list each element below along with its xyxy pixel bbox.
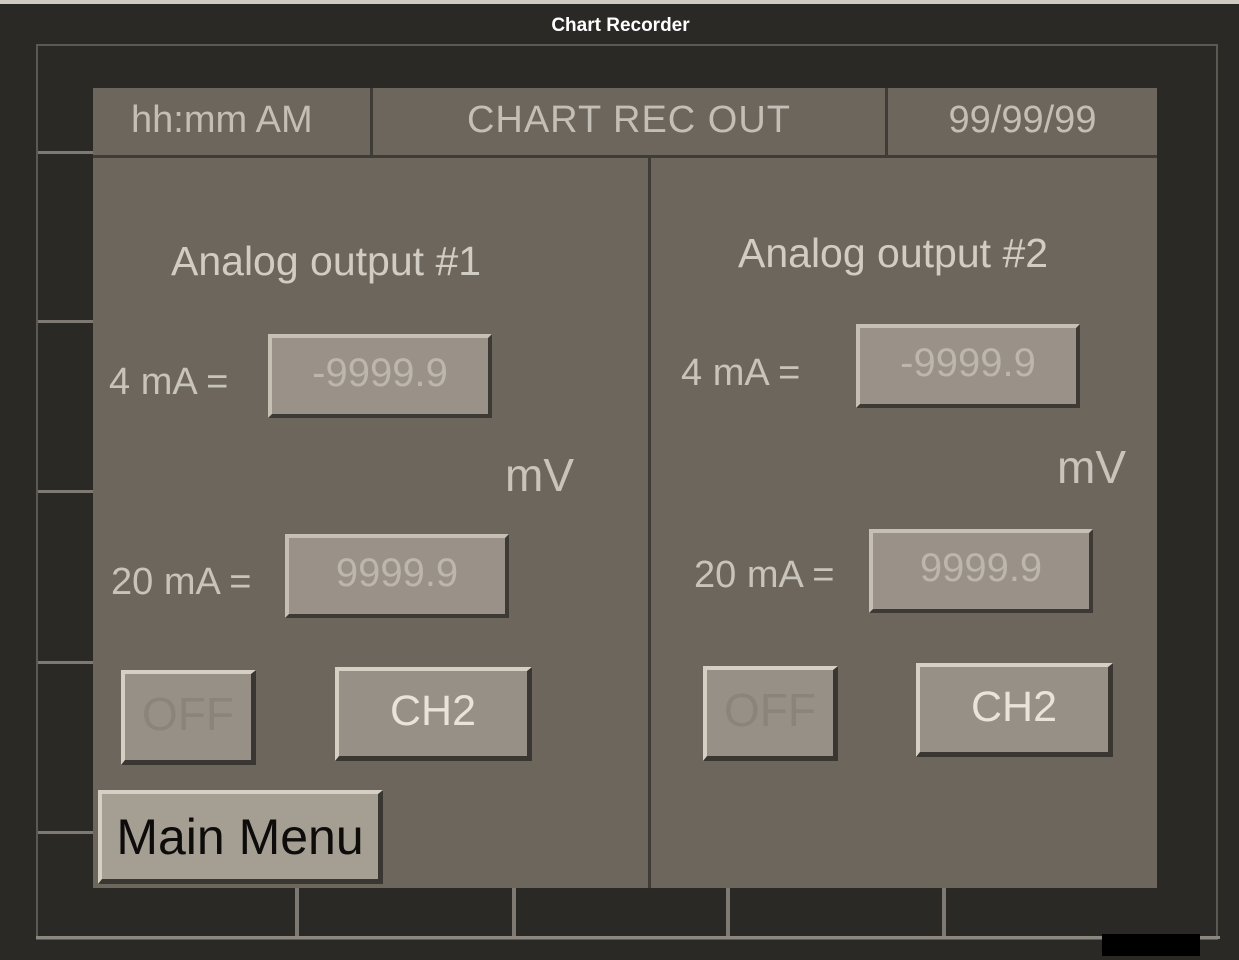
softkey-divider (38, 320, 94, 323)
softkey-divider (38, 831, 94, 834)
status-indicator (1102, 934, 1200, 956)
output-2-4ma-field[interactable]: -9999.9 (856, 324, 1080, 408)
window-title: Chart Recorder (8, 8, 1233, 38)
softkey-divider (726, 888, 730, 936)
output-2-unit-label: mV (1057, 441, 1126, 493)
screen-title: CHART REC OUT (373, 88, 888, 155)
output-2-4ma-label: 4 mA = (681, 352, 801, 394)
chart-rec-panel: hh:mm AM CHART REC OUT 99/99/99 Analog o… (93, 88, 1157, 888)
output-1-4ma-label: 4 mA = (109, 361, 229, 403)
section-divider (648, 158, 651, 888)
output-1-20ma-field[interactable]: 9999.9 (285, 534, 509, 618)
output-2-20ma-field[interactable]: 9999.9 (869, 529, 1093, 613)
softkey-divider (38, 151, 94, 154)
chart-recorder-window: Chart Recorder hh:mm AM CHART REC OUT 99… (0, 0, 1239, 960)
output-1-channel-button[interactable]: CH2 (335, 667, 532, 761)
softkey-divider (512, 888, 516, 936)
status-header: hh:mm AM CHART REC OUT 99/99/99 (93, 88, 1157, 158)
analog-output-2-title: Analog output #2 (738, 230, 1049, 276)
analog-output-1-title: Analog output #1 (171, 238, 482, 284)
output-2-channel-button[interactable]: CH2 (916, 663, 1113, 757)
clock-display: hh:mm AM (93, 88, 373, 155)
output-1-20ma-label: 20 mA = (111, 561, 252, 603)
main-menu-button[interactable]: Main Menu (98, 790, 383, 884)
softkey-divider (38, 490, 94, 493)
output-2-20ma-label: 20 mA = (694, 554, 835, 596)
output-2-off-button[interactable]: OFF (703, 666, 838, 761)
softkey-divider (295, 888, 299, 936)
output-1-4ma-field[interactable]: -9999.9 (268, 334, 492, 418)
date-display: 99/99/99 (948, 99, 1097, 141)
output-1-unit-label: mV (505, 449, 574, 501)
softkey-divider (942, 888, 946, 936)
output-1-off-button[interactable]: OFF (121, 670, 256, 765)
bottom-border-line (36, 936, 1220, 939)
softkey-divider (38, 661, 94, 664)
